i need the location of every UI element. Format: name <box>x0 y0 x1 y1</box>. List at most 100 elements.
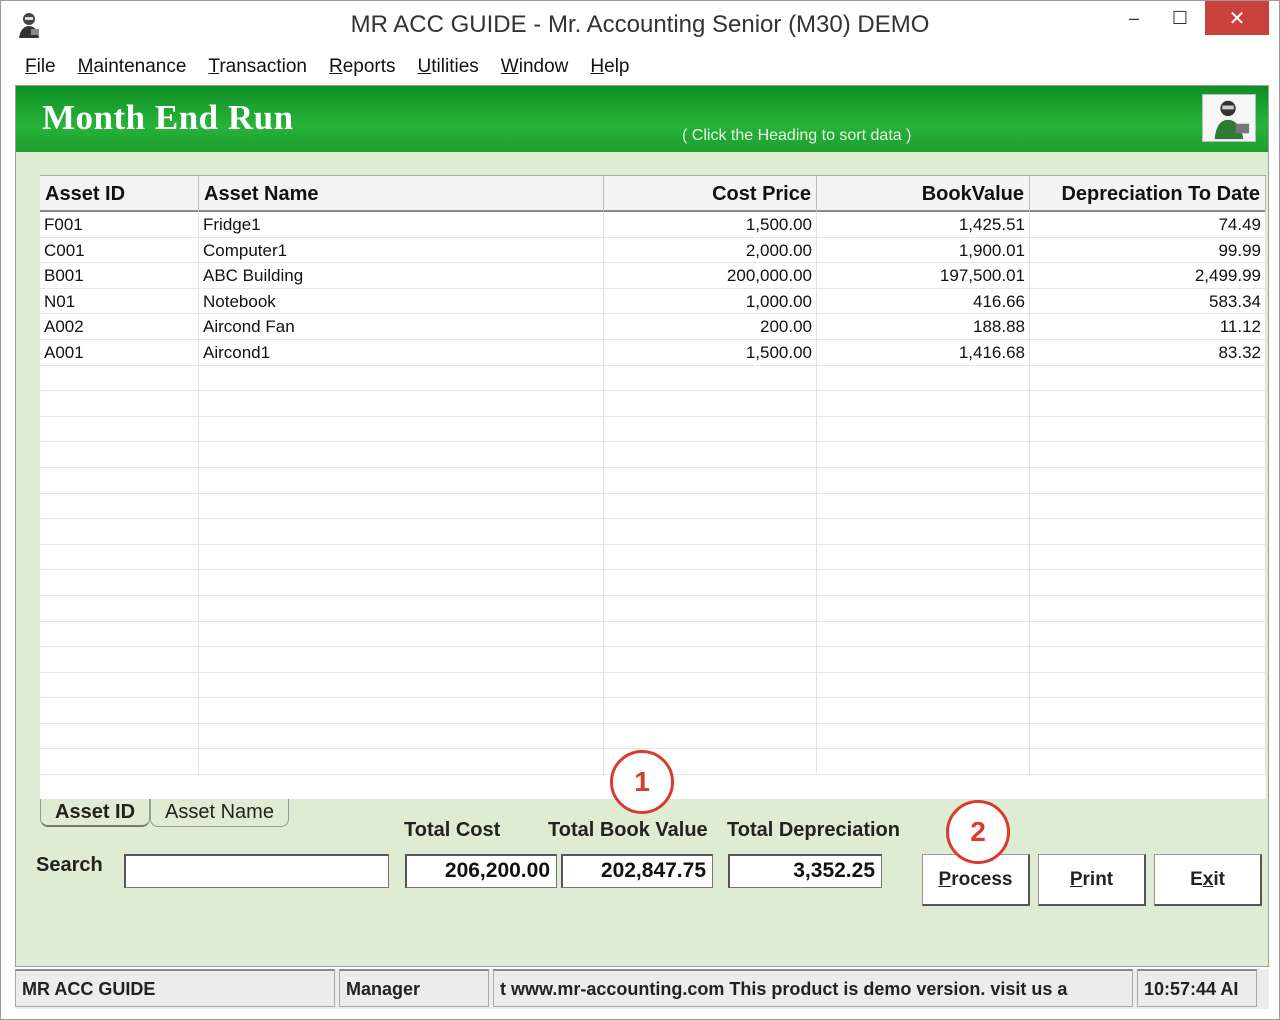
minimize-button[interactable]: – <box>1111 1 1157 35</box>
book-value-cell: 416.66 <box>817 288 1030 315</box>
menu-window[interactable]: Window <box>501 56 569 78</box>
menu-help-label: elp <box>604 56 630 77</box>
book-value-cell: 1,900.01 <box>817 237 1030 264</box>
empty-cell <box>817 672 1030 699</box>
asset-id-cell: A001 <box>40 339 199 366</box>
tab-asset-name[interactable]: Asset Name <box>150 799 289 827</box>
empty-cell <box>604 723 817 750</box>
empty-row <box>40 570 1266 596</box>
menu-utilities-label: tilities <box>431 56 479 77</box>
empty-cell <box>199 723 604 750</box>
print-button[interactable]: Print <box>1038 854 1146 906</box>
column-header-book-value[interactable]: BookValue <box>817 176 1030 212</box>
empty-cell <box>199 749 604 776</box>
empty-row <box>40 519 1266 545</box>
total-depreciation-label: Total Depreciation <box>727 819 900 841</box>
column-header-asset-name[interactable]: Asset Name <box>199 176 604 212</box>
column-header-asset-id[interactable]: Asset ID <box>40 176 199 212</box>
total-cost-field: 206,200.00 <box>405 854 557 888</box>
status-bar: MR ACC GUIDE Manager t www.mr-accounting… <box>15 969 1269 1009</box>
empty-cell <box>199 621 604 648</box>
table-row[interactable]: F001 Fridge1 1,500.00 1,425.51 74.49 <box>40 212 1266 238</box>
empty-cell <box>604 416 817 443</box>
column-header-depreciation-to-date[interactable]: Depreciation To Date <box>1030 176 1266 212</box>
exit-button[interactable]: Ex it <box>1154 854 1262 906</box>
table-header: Asset ID Asset Name Cost Price BookValue… <box>40 176 1266 212</box>
empty-cell <box>199 672 604 699</box>
empty-cell <box>817 749 1030 776</box>
empty-cell <box>40 467 199 494</box>
exit-label: it <box>1213 868 1225 890</box>
depreciation-cell: 11.12 <box>1030 314 1266 340</box>
empty-cell <box>817 467 1030 494</box>
empty-cell <box>199 647 604 673</box>
table-row[interactable]: C001 Computer1 2,000.00 1,900.01 99.99 <box>40 237 1266 264</box>
empty-cell <box>1030 647 1266 673</box>
asset-name-cell: Computer1 <box>199 237 604 264</box>
empty-row <box>40 493 1266 520</box>
close-button[interactable]: ✕ <box>1205 1 1269 35</box>
empty-row <box>40 647 1266 673</box>
menu-file[interactable]: File <box>25 56 56 78</box>
menu-help-mnemonic: H <box>590 56 605 77</box>
empty-cell <box>40 723 199 750</box>
table-row[interactable]: N01 Notebook 1,000.00 416.66 583.34 <box>40 288 1266 315</box>
menu-utilities[interactable]: Utilities <box>418 56 479 78</box>
empty-row <box>40 698 1266 724</box>
empty-cell <box>817 416 1030 443</box>
asset-name-cell: ABC Building <box>199 263 604 289</box>
asset-id-cell: N01 <box>40 288 199 315</box>
empty-cell <box>199 519 604 545</box>
book-value-cell: 1,416.68 <box>817 339 1030 366</box>
empty-cell <box>1030 365 1266 392</box>
menu-help[interactable]: Help <box>590 56 629 78</box>
cost-price-cell: 2,000.00 <box>604 237 817 264</box>
depreciation-cell: 583.34 <box>1030 288 1266 315</box>
asset-id-cell: C001 <box>40 237 199 264</box>
title-bar[interactable]: MR ACC GUIDE - Mr. Accounting Senior (M3… <box>1 1 1279 49</box>
empty-cell <box>199 416 604 443</box>
empty-cell <box>1030 467 1266 494</box>
exit-prefix: E <box>1190 868 1203 890</box>
empty-cell <box>199 570 604 596</box>
table-body: F001 Fridge1 1,500.00 1,425.51 74.49 C00… <box>40 212 1266 776</box>
menu-reports[interactable]: Reports <box>329 56 396 78</box>
empty-row <box>40 416 1266 443</box>
empty-cell <box>817 698 1030 724</box>
cost-price-cell: 1,500.00 <box>604 339 817 366</box>
total-book-value-field: 202,847.75 <box>561 854 713 888</box>
menu-window-mnemonic: W <box>500 56 519 77</box>
empty-cell <box>40 391 199 417</box>
empty-cell <box>604 519 817 545</box>
empty-rows <box>40 365 1266 776</box>
menu-maintenance[interactable]: Maintenance <box>78 56 187 78</box>
empty-cell <box>817 365 1030 392</box>
asset-table[interactable]: Asset ID Asset Name Cost Price BookValue… <box>40 175 1266 799</box>
empty-cell <box>817 621 1030 648</box>
page-header: Month End Run ( Click the Heading to sor… <box>16 86 1268 152</box>
menu-transaction[interactable]: Transaction <box>208 56 307 78</box>
table-row[interactable]: A001 Aircond1 1,500.00 1,416.68 83.32 <box>40 339 1266 366</box>
menu-reports-label: eports <box>342 56 396 77</box>
total-depreciation-field: 3,352.25 <box>728 854 882 888</box>
empty-cell <box>40 416 199 443</box>
empty-cell <box>1030 595 1266 622</box>
status-app-name: MR ACC GUIDE <box>15 969 335 1007</box>
empty-cell <box>199 442 604 468</box>
empty-cell <box>604 365 817 392</box>
maximize-button[interactable]: ☐ <box>1157 1 1203 35</box>
status-time: 10:57:44 AI <box>1137 969 1257 1007</box>
empty-cell <box>604 391 817 417</box>
tab-asset-id[interactable]: Asset ID <box>40 799 151 827</box>
book-value-cell: 1,425.51 <box>817 212 1030 238</box>
menu-transaction-label: ransaction <box>219 56 307 77</box>
process-mnemonic: P <box>938 868 952 890</box>
search-input[interactable] <box>124 854 389 888</box>
table-row[interactable]: B001 ABC Building 200,000.00 197,500.01 … <box>40 263 1266 289</box>
empty-cell <box>1030 493 1266 520</box>
column-header-cost-price[interactable]: Cost Price <box>604 176 817 212</box>
table-row[interactable]: A002 Aircond Fan 200.00 188.88 11.12 <box>40 314 1266 340</box>
empty-cell <box>1030 749 1266 776</box>
empty-cell <box>817 493 1030 520</box>
empty-row <box>40 365 1266 392</box>
